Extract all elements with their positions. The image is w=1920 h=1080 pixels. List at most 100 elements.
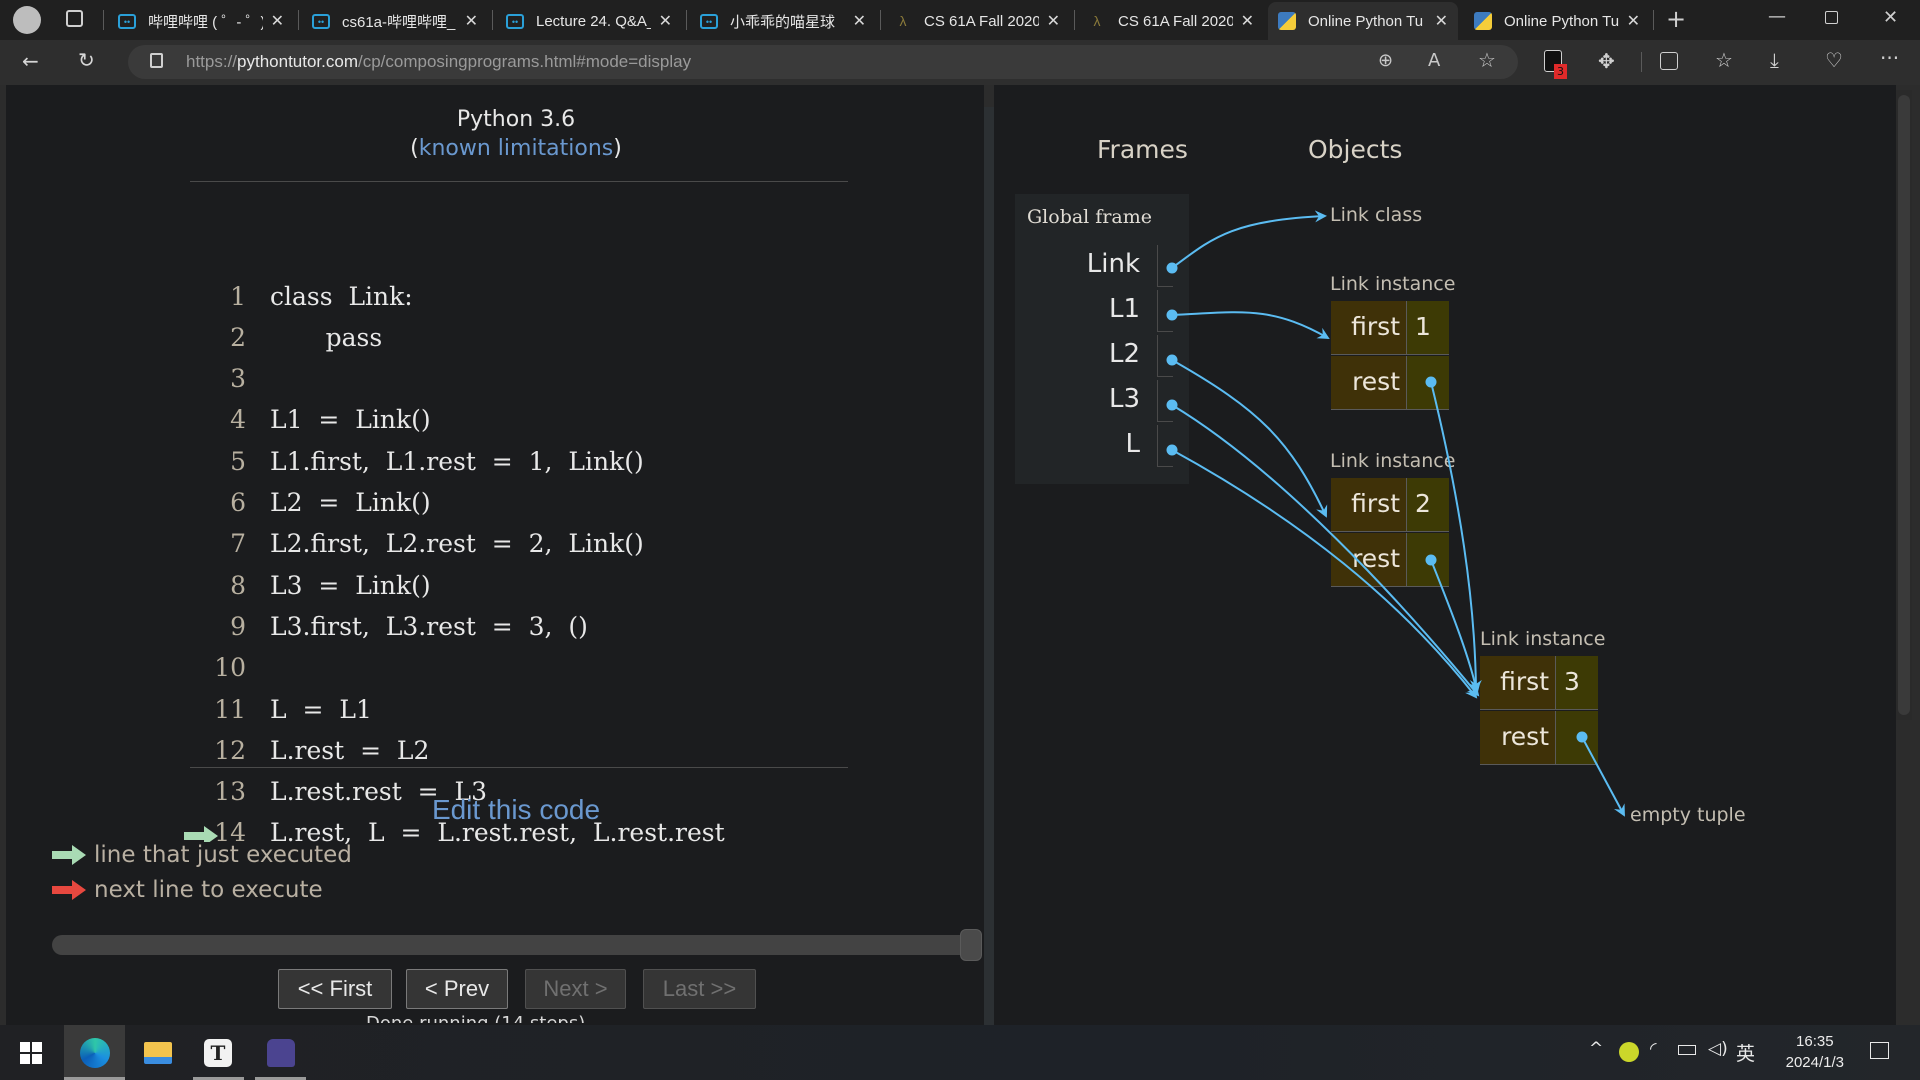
volume-icon[interactable]: ◁) (1708, 1039, 1728, 1059)
split-screen-icon[interactable] (1660, 52, 1678, 70)
downloads-icon[interactable]: ⤓ (1770, 48, 1779, 72)
close-tab-icon[interactable]: ✕ (1047, 11, 1060, 31)
line-number[interactable]: 7 (186, 529, 270, 558)
language-label: Python 3.6 (456, 107, 576, 132)
close-tab-icon[interactable]: ✕ (271, 11, 284, 31)
lock-icon[interactable] (150, 53, 163, 68)
code-text: L3.first, L3.rest = 3, () (270, 611, 588, 641)
next-button[interactable]: Next > (525, 969, 626, 1009)
edit-code-link[interactable]: Edit this code (6, 794, 1026, 826)
tab-cs61a-fall-2020-b[interactable]: λ CS 61A Fall 2020 ✕ (1078, 2, 1264, 40)
typora-icon: T (204, 1038, 232, 1067)
line-number[interactable]: 2 (186, 323, 270, 352)
line-number[interactable]: 6 (186, 488, 270, 517)
taskbar-typora[interactable]: T (192, 1025, 244, 1080)
tab-actions-icon[interactable] (66, 10, 83, 27)
close-window-icon[interactable]: ✕ (1883, 7, 1898, 28)
close-tab-icon[interactable]: ✕ (1241, 11, 1254, 31)
system-clock[interactable]: 16:35 2024/1/3 (1786, 1031, 1844, 1073)
code-line[interactable]: 10 (186, 648, 270, 688)
tray-overflow-icon[interactable]: ^ (1589, 1039, 1603, 1059)
code-bottom-divider (190, 767, 848, 768)
limitations-line: (known limitations) (410, 136, 622, 161)
favorite-star-icon[interactable]: ☆ (1478, 48, 1496, 72)
execution-slider-handle[interactable] (960, 929, 982, 961)
close-tab-icon[interactable]: ✕ (1435, 11, 1448, 31)
panel-divider[interactable] (984, 107, 994, 1025)
close-tab-icon[interactable]: ✕ (659, 11, 672, 31)
tab-lecture-24[interactable]: •• Lecture 24. Q&A_ ✕ (496, 2, 682, 40)
line-number[interactable]: 3 (186, 364, 270, 393)
line-number[interactable]: 12 (186, 736, 270, 765)
tab-xiaoguaiguai[interactable]: •• 小乖乖的喵星球 ✕ (690, 2, 876, 40)
code-line[interactable]: 9 L3.first, L3.rest = 3, () (186, 606, 588, 646)
taskbar-edge[interactable] (64, 1025, 125, 1080)
back-icon[interactable]: ← (22, 49, 39, 73)
known-limitations-link[interactable]: known limitations (419, 136, 614, 161)
code-text: L = L1 (270, 694, 372, 724)
favorites-icon[interactable]: ☆ (1715, 48, 1733, 72)
prev-button[interactable]: < Prev (406, 969, 508, 1009)
refresh-icon[interactable]: ↻ (78, 48, 95, 72)
line-number[interactable]: 8 (186, 571, 270, 600)
line-number[interactable]: 1 (186, 282, 270, 311)
legend-executed: line that just executed (52, 842, 352, 868)
code-panel: Python 3.6 (known limitations) 1 class Li… (6, 85, 984, 1025)
close-tab-icon[interactable]: ✕ (465, 11, 478, 31)
start-button[interactable] (0, 1025, 62, 1080)
tab-online-python-tutor[interactable]: Online Python Tu ✕ (1464, 2, 1650, 40)
close-tab-icon[interactable]: ✕ (1627, 11, 1640, 31)
tab-online-python-tutor-active[interactable]: Online Python Tu ✕ (1268, 2, 1458, 40)
execution-slider-track[interactable] (52, 935, 982, 955)
address-bar[interactable]: https://pythontutor.com/cp/composingprog… (128, 45, 1518, 79)
line-number[interactable]: 5 (186, 447, 270, 476)
tab-cs61a-fall-2020-a[interactable]: λ CS 61A Fall 2020 ✕ (884, 2, 1070, 40)
code-line[interactable]: 7 L2.first, L2.rest = 2, Link() (186, 524, 644, 564)
read-aloud-icon[interactable]: A (1428, 50, 1440, 71)
last-button[interactable]: Last >> (643, 969, 756, 1009)
ime-indicator[interactable]: 英 (1736, 1039, 1755, 1066)
code-line[interactable]: 5 L1.first, L1.rest = 1, Link() (186, 441, 644, 481)
code-text: L2 = Link() (270, 488, 431, 517)
code-line[interactable]: 4 L1 = Link() (186, 400, 431, 440)
close-tab-icon[interactable]: ✕ (853, 11, 866, 31)
minimize-icon[interactable]: — (1768, 6, 1786, 27)
new-tab-icon[interactable]: + (1666, 5, 1686, 33)
instance-3-first-value: 3 (1556, 656, 1598, 710)
line-number[interactable]: 10 (186, 653, 270, 682)
line-number[interactable]: 11 (186, 695, 270, 724)
notifications-icon[interactable] (1870, 1042, 1889, 1059)
folder-icon (143, 1041, 172, 1064)
first-button[interactable]: << First (278, 969, 392, 1009)
line-number[interactable]: 4 (186, 405, 270, 434)
code-line[interactable]: 3 (186, 359, 270, 399)
profile-avatar-icon[interactable] (13, 6, 41, 34)
code-line[interactable]: 1 class Link: (186, 276, 413, 316)
link-class-label: Link class (1330, 204, 1423, 226)
windows-taskbar: T ^ ◜ ◁) 英 16:35 2024/1/3 (0, 1025, 1920, 1080)
tab-cs61a-bilibili[interactable]: •• cs61a-哔哩哔哩_ ✕ (302, 2, 488, 40)
frame-var-l2: L2 (1108, 339, 1140, 369)
line-number[interactable]: 9 (186, 612, 270, 641)
battery-icon[interactable] (1678, 1045, 1696, 1055)
restore-icon[interactable] (1825, 11, 1838, 24)
bilibili-icon: •• (312, 13, 330, 29)
code-line[interactable]: 6 L2 = Link() (186, 483, 431, 523)
cat-app-icon (266, 1038, 295, 1067)
extensions-puzzle-icon[interactable]: ✥ (1598, 49, 1615, 73)
taskbar-cat-app[interactable] (255, 1025, 306, 1080)
taskbar-file-explorer[interactable] (127, 1025, 188, 1080)
code-line[interactable]: 2 pass (186, 317, 382, 357)
wifi-icon[interactable]: ◜ (1650, 1039, 1657, 1059)
zoom-icon[interactable]: ⊕ (1378, 50, 1393, 71)
instance-2-rest-pointer (1407, 533, 1449, 587)
vertical-scrollbar-thumb[interactable] (1898, 95, 1910, 715)
more-menu-icon[interactable]: ··· (1880, 46, 1899, 70)
code-line[interactable]: 12 L.rest = L2 (186, 730, 429, 770)
code-line[interactable]: 11 L = L1 (186, 689, 372, 729)
code-line[interactable]: 8 L3 = Link() (186, 565, 431, 605)
browser-essentials-icon[interactable]: ♡ (1825, 48, 1843, 72)
tab-bilibili-home[interactable]: •• 哔哩哔哩 ( ゜- ゜) ✕ (108, 2, 294, 40)
toolbar-separator (1641, 52, 1642, 72)
tray-app-icon[interactable] (1619, 1042, 1639, 1062)
